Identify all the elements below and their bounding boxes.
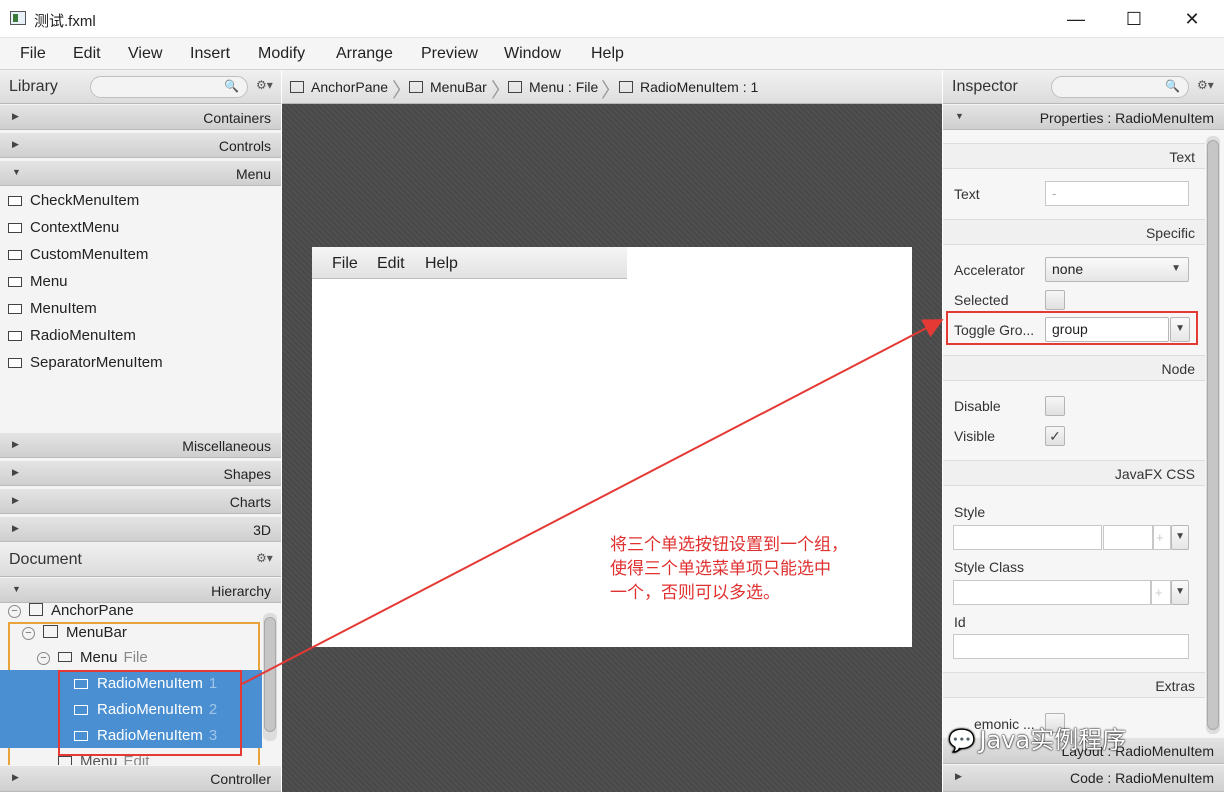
annotation-arrow	[241, 319, 944, 685]
wechat-icon: 💬	[948, 729, 976, 754]
watermark-text: 💬 Java实例程序	[948, 726, 1127, 754]
app-window: 测试.fxml — ☐ ✕ File Edit View Insert Modi…	[0, 0, 1224, 792]
